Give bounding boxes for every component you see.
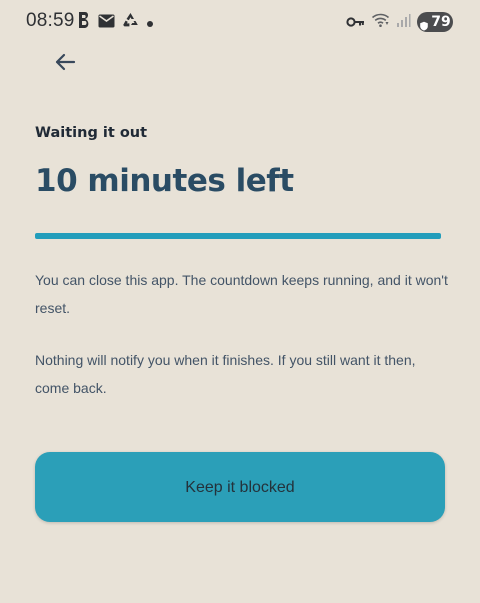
page-subtitle: Waiting it out bbox=[35, 125, 148, 141]
progress-fill bbox=[35, 233, 441, 239]
mail-icon bbox=[98, 13, 115, 32]
countdown-progress-bar bbox=[35, 233, 441, 239]
back-button[interactable] bbox=[50, 49, 80, 79]
back-arrow-icon bbox=[54, 52, 76, 76]
countdown-headline: 10 minutes left bbox=[35, 163, 294, 199]
status-system-icons: 79 bbox=[346, 11, 453, 33]
status-time: 08:59 bbox=[26, 10, 75, 31]
battery-level: 79 bbox=[431, 14, 451, 30]
dot-icon bbox=[146, 13, 154, 32]
wifi-icon bbox=[371, 12, 390, 32]
shield-icon bbox=[419, 17, 429, 31]
key-icon bbox=[346, 13, 365, 32]
b-app-icon bbox=[77, 11, 91, 33]
signal-icon bbox=[396, 13, 411, 32]
keep-it-blocked-button[interactable]: Keep it blocked bbox=[35, 452, 445, 522]
recycle-icon bbox=[122, 12, 139, 33]
info-paragraph-close-app: You can close this app. The countdown ke… bbox=[35, 272, 448, 316]
info-paragraph-notification: Nothing will notify you when it finishes… bbox=[35, 352, 416, 396]
status-notification-icons bbox=[77, 12, 154, 32]
battery-icon: 79 bbox=[417, 12, 453, 32]
keep-it-blocked-label: Keep it blocked bbox=[185, 478, 295, 496]
status-bar: 08:59 79 bbox=[0, 0, 480, 44]
